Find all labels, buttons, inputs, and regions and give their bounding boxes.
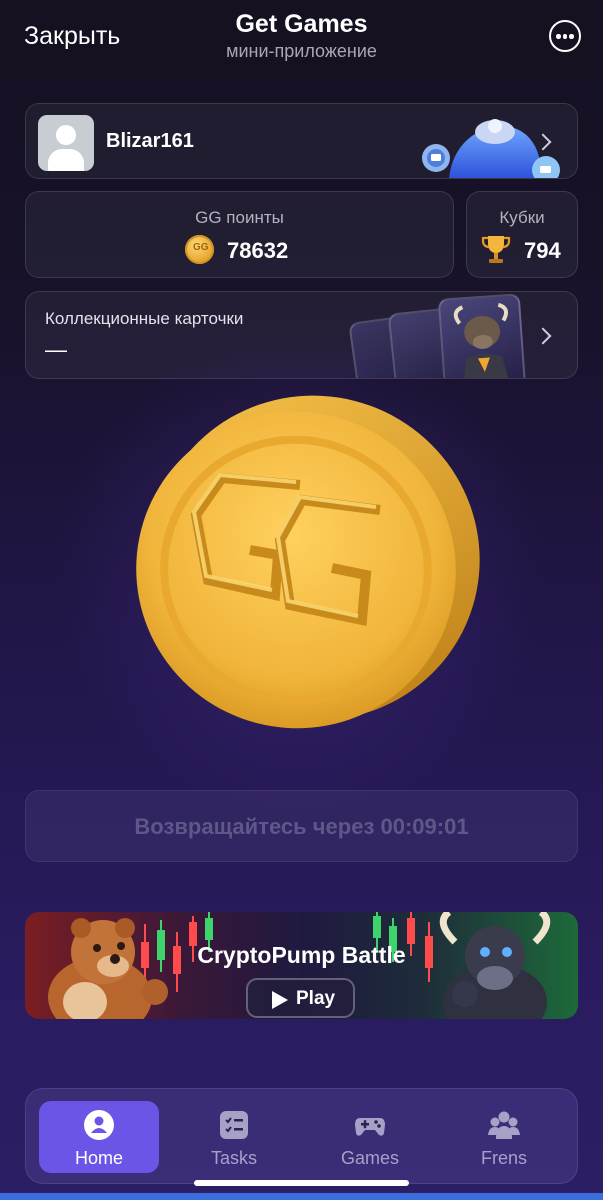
banner-title: CryptoPump Battle <box>197 942 406 968</box>
nav-tasks[interactable]: Tasks <box>174 1101 294 1173</box>
username: Blizar161 <box>106 130 194 152</box>
bottom-nav: Home Tasks Games Frens <box>25 1088 578 1184</box>
more-dots-icon[interactable] <box>549 20 581 52</box>
nav-home-label: Home <box>74 1148 123 1168</box>
bottom-strip <box>0 1193 603 1200</box>
nav-tasks-label: Tasks <box>210 1148 257 1168</box>
play-icon <box>272 991 288 1009</box>
collection-count: — <box>45 337 67 362</box>
user-avatar-icon <box>38 115 94 171</box>
cryptopump-battle-banner[interactable]: CryptoPump Battle Play <box>25 912 578 1019</box>
points-label: GG поинты <box>195 208 284 227</box>
app-title: Get Games <box>235 10 368 38</box>
title-block: Get Games мини-приложение <box>0 10 603 62</box>
tasks-icon <box>220 1111 248 1139</box>
play-button[interactable]: Play <box>246 978 355 1018</box>
home-icon <box>84 1110 114 1140</box>
home-indicator[interactable] <box>194 1180 409 1186</box>
cups-value: 794 <box>524 238 561 263</box>
collection-title: Коллекционные карточки <box>45 309 244 328</box>
nav-frens[interactable]: Frens <box>444 1101 564 1173</box>
nav-games[interactable]: Games <box>310 1101 430 1173</box>
trophy-icon <box>481 236 511 263</box>
gg-coin-icon[interactable] <box>110 390 490 740</box>
nav-frens-label: Frens <box>480 1148 527 1168</box>
nav-home[interactable]: Home <box>39 1101 159 1173</box>
chevron-right-icon <box>534 327 552 345</box>
bull-card-icon <box>437 293 527 378</box>
nav-games-label: Games <box>340 1148 400 1168</box>
top-bar: Закрыть Get Games мини-приложение <box>0 0 603 78</box>
cups-card: Кубки 794 <box>466 191 578 278</box>
gg-points-card: GG поинты GG 78632 <box>25 191 454 278</box>
play-label: Play <box>296 988 336 1009</box>
cups-label: Кубки <box>499 208 545 227</box>
points-value: 78632 <box>227 238 289 263</box>
gamepad-icon <box>355 1118 385 1136</box>
return-timer-button: Возвращайтесь через 00:09:01 <box>25 790 578 862</box>
gg-coin-small-icon: GG <box>185 235 214 264</box>
profile-card[interactable]: Blizar161 <box>25 103 578 179</box>
friends-icon <box>488 1111 520 1139</box>
app-subtitle: мини-приложение <box>226 41 377 61</box>
